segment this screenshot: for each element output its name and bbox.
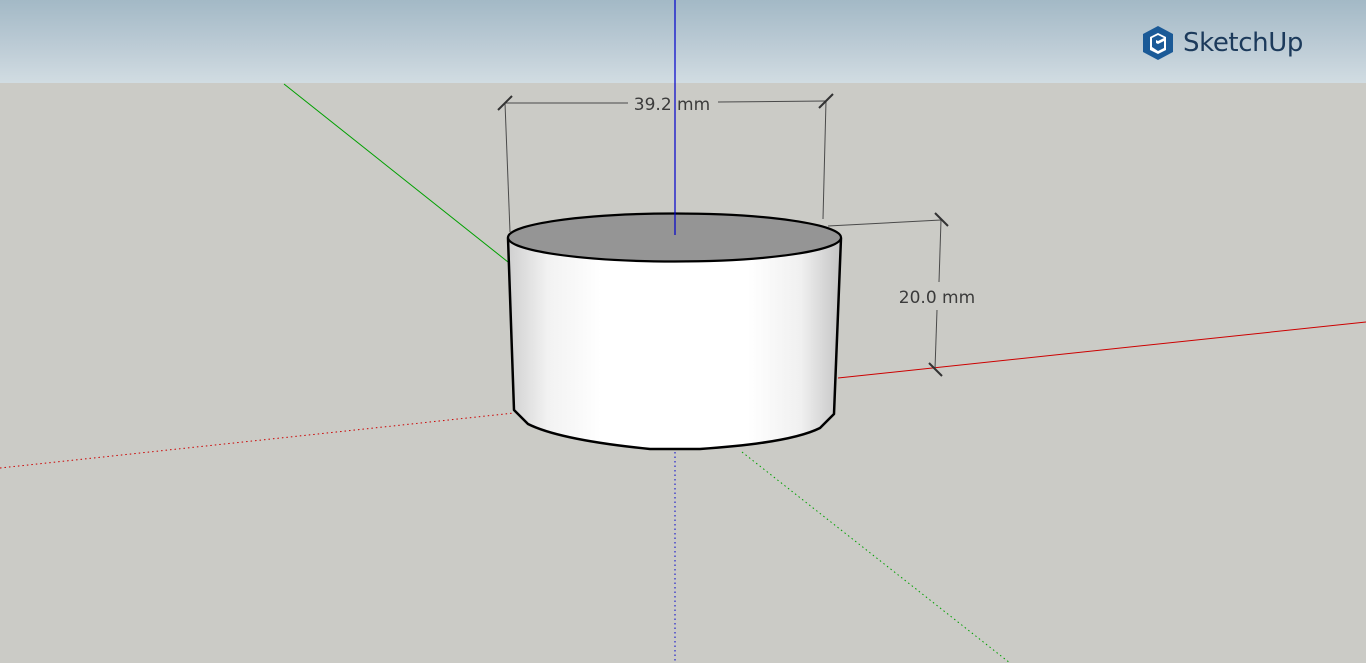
green-axis xyxy=(283,83,509,263)
red-axis-negative xyxy=(0,412,515,469)
diameter-dimension-label: 39.2 mm xyxy=(634,95,710,115)
sketchup-logo: SketchUp xyxy=(1141,25,1303,61)
cylinder-side-face[interactable] xyxy=(506,236,843,451)
diameter-dimension[interactable]: 39.2 mm xyxy=(497,93,834,233)
height-dimension-label: 20.0 mm xyxy=(899,288,975,308)
sketchup-logo-icon xyxy=(1143,26,1173,60)
sketchup-logo-text: SketchUp xyxy=(1183,28,1303,58)
height-dimension[interactable]: 20.0 mm xyxy=(827,212,975,377)
modeling-viewport[interactable]: 39.2 mm 20.0 mm SketchUp xyxy=(0,0,1366,663)
green-axis-negative xyxy=(741,451,1011,663)
3d-scene[interactable]: 39.2 mm 20.0 mm xyxy=(0,0,1366,663)
red-axis xyxy=(837,321,1366,379)
